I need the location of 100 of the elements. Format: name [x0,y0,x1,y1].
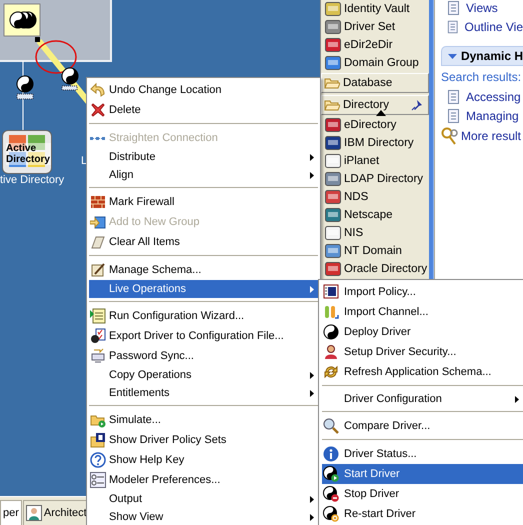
menu-item[interactable]: Re-start Driver [322,504,523,524]
info-icon [323,446,339,462]
policy-icon [90,432,106,448]
menu-item[interactable]: Show Driver Policy Sets [89,430,318,450]
keys-icon [441,127,459,145]
driver-icon [325,1,341,17]
document-icon [90,308,106,324]
palette-item[interactable]: IBM Directory [321,134,429,152]
palette-item[interactable]: Oracle Directory [321,260,429,278]
menu-item[interactable]: Delete [89,100,318,120]
folder-arrow-icon [90,214,106,230]
document-icon [447,108,460,122]
driver-icon [325,55,341,71]
driver-icon [325,37,341,53]
menu-item[interactable]: Mark Firewall [89,192,318,212]
person-icon [26,505,42,521]
brick-wall-icon [90,194,106,210]
highlight-circle [35,40,77,74]
menu-item[interactable]: Distribute [89,148,318,166]
palette-item[interactable]: eDirectory [321,116,429,134]
menu-item[interactable]: Start Driver [322,464,523,484]
menu-item[interactable]: Show Help Key [89,450,318,470]
driver-icon [325,19,341,35]
palette-item[interactable]: Domain Group [321,54,429,72]
driver-icon [325,153,341,169]
palette-item[interactable]: NIS [321,224,429,242]
menu-item[interactable]: Deploy Driver [322,322,523,342]
policy-icon [323,284,339,300]
menu-item[interactable]: Driver Status... [322,444,523,464]
list-icon [90,472,106,488]
driver-icon [325,135,341,151]
menu-item[interactable]: Compare Driver... [322,416,523,436]
palette-item[interactable]: Identity Vault [321,0,429,18]
active-directory-node[interactable]: Active Directory [2,130,52,174]
menu-item[interactable]: Import Policy... [322,282,523,302]
menu-item[interactable]: Setup Driver Security... [322,342,523,362]
driver-icon [325,117,341,133]
menu-item[interactable]: Live Operations [89,280,318,298]
driver-icon [325,207,341,223]
document-icon [447,90,460,104]
node-label: L [81,155,88,167]
driver-icon [325,189,341,205]
help-icon [90,452,106,468]
palette-item[interactable]: NT Domain [321,242,429,260]
menu-item[interactable]: Clear All Items [89,232,318,252]
menu-item[interactable]: Refresh Application Schema... [322,362,523,382]
menu-item[interactable]: Entitlements [89,384,318,402]
checklist-icon [90,328,106,344]
menu-item[interactable]: Export Driver to Configuration File... [89,326,318,346]
restart-icon [323,506,339,522]
driver-icon [325,261,341,277]
collapse-icon [448,54,457,58]
menu-item[interactable]: Output [89,490,318,508]
scroll-up-icon [376,110,386,116]
stop-icon [323,486,339,502]
menu-item[interactable]: Manage Schema... [89,260,318,280]
magnifier-icon [323,418,339,434]
section-header[interactable]: Dynamic H [441,46,523,66]
selection-handle[interactable] [35,37,40,42]
menu-item[interactable]: Align [89,166,318,184]
connection-line [22,60,24,130]
palette-item[interactable]: Driver Set [321,18,429,36]
menu-item[interactable]: Simulate... [89,410,318,430]
palette-item[interactable]: eDir2eDir [321,36,429,54]
driver-icon [325,171,341,187]
logo-text: Active Directory [6,143,51,165]
palette-item[interactable]: LDAP Directory [321,170,429,188]
menu-item[interactable]: Run Configuration Wizard... [89,306,318,326]
menu-item[interactable]: Copy Operations [89,366,318,384]
palette-drawer[interactable]: Database [321,73,429,93]
menu-item[interactable]: Password Sync... [89,346,318,366]
document-icon [447,20,459,34]
menu-item[interactable]: Driver Configuration [322,390,523,408]
node-label: tive Directory [0,174,64,186]
menu-item[interactable]: Stop Driver [322,484,523,504]
search-results-label: Search results: [441,70,522,86]
palette-item[interactable]: Netscape [321,206,429,224]
help-link[interactable]: Managing [441,106,523,125]
palette-item[interactable]: NDS [321,188,429,206]
channel-icon [323,304,339,320]
start-icon [323,466,339,482]
yin-yang-icon [323,324,339,340]
palette-item[interactable]: iPlanet [321,152,429,170]
menu-item[interactable]: Undo Change Location [89,80,318,100]
user-icon [323,344,339,360]
driver-node[interactable] [62,68,78,90]
driver-set-node[interactable] [4,4,40,36]
menu-item[interactable]: Import Channel... [322,302,523,322]
menu-item[interactable]: Modeler Preferences... [89,470,318,490]
help-link[interactable]: Accessing [441,87,523,106]
scroll-icon [90,262,106,278]
driver-icon [325,243,341,259]
connector-icon [90,136,106,140]
help-link[interactable]: More result [441,125,523,147]
delete-icon [90,102,106,118]
help-link[interactable]: Views [441,0,523,17]
menu-item[interactable]: Show View [89,508,318,525]
driver-node[interactable] [16,76,34,100]
view-tab[interactable]: per [0,500,22,525]
help-link[interactable]: Outline Vie [441,17,523,36]
